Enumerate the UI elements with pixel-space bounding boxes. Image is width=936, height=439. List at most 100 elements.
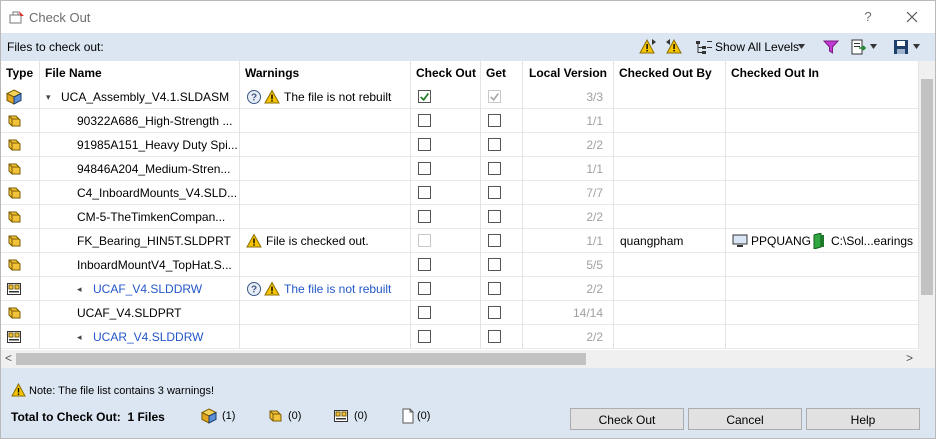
get-checkbox[interactable] bbox=[488, 138, 501, 151]
checked-out-by bbox=[614, 205, 726, 229]
file-name-cell: FK_Bearing_HIN5T.SLDPRT bbox=[40, 229, 240, 253]
help-button[interactable]: Help bbox=[806, 408, 920, 430]
export-icon[interactable] bbox=[850, 38, 868, 56]
column-header-type[interactable]: Type bbox=[1, 61, 40, 85]
get-checkbox[interactable] bbox=[488, 282, 501, 295]
check-out-cell bbox=[411, 85, 481, 109]
table-row[interactable]: C4_InboardMounts_V4.SLD... 7/7 bbox=[1, 181, 919, 205]
get-checkbox[interactable] bbox=[488, 210, 501, 223]
file-name-cell: InboardMountV4_TopHat.S... bbox=[40, 253, 240, 277]
file-name[interactable]: UCAF_V4.SLDDRW bbox=[93, 277, 202, 301]
file-name-cell: UCAF_V4.SLDPRT bbox=[40, 301, 240, 325]
scroll-right-icon[interactable]: > bbox=[906, 351, 913, 365]
local-version: 14/14 bbox=[523, 301, 614, 325]
table-row[interactable]: 94846A204_Medium-Stren... 1/1 bbox=[1, 157, 919, 181]
warning-text: File is checked out. bbox=[266, 234, 369, 248]
type-cell bbox=[1, 253, 40, 277]
type-cell bbox=[1, 157, 40, 181]
file-name: C4_InboardMounts_V4.SLD... bbox=[77, 186, 238, 200]
get-cell bbox=[481, 85, 523, 109]
column-header-file-name[interactable]: File Name bbox=[40, 61, 240, 85]
get-checkbox[interactable] bbox=[488, 186, 501, 199]
horizontal-scroll-thumb[interactable] bbox=[16, 353, 586, 365]
checked-out-in-cell: PPQUANG C:\Sol...earings bbox=[726, 229, 919, 253]
warnings-cell: ? The file is not rebuilt bbox=[240, 277, 411, 301]
check-out-checkbox[interactable] bbox=[418, 162, 431, 175]
drawing-count: (0) bbox=[354, 410, 368, 422]
check-out-cell bbox=[411, 205, 481, 229]
previous-warning-icon[interactable] bbox=[665, 38, 683, 56]
collapse-arrow-icon[interactable]: ◂ bbox=[77, 277, 82, 301]
check-out-checkbox[interactable] bbox=[418, 114, 431, 127]
assembly-count: (1) bbox=[222, 410, 236, 422]
table-row[interactable]: ◂ UCAF_V4.SLDDRW? The file is not rebuilt 2… bbox=[1, 277, 919, 301]
local-version: 5/5 bbox=[523, 253, 614, 277]
warnings-cell: File is checked out. bbox=[240, 229, 411, 253]
get-checkbox[interactable] bbox=[488, 258, 501, 271]
check-out-cell bbox=[411, 301, 481, 325]
chevron-down-icon[interactable] bbox=[798, 44, 805, 49]
get-checkbox[interactable] bbox=[488, 234, 501, 247]
local-version: 2/2 bbox=[523, 205, 614, 229]
expand-arrow-icon[interactable]: ▾ bbox=[46, 85, 51, 109]
warning-text: The file is not rebuilt bbox=[284, 90, 392, 104]
type-cell bbox=[1, 109, 40, 133]
part-icon bbox=[8, 187, 21, 199]
tree-levels-icon[interactable] bbox=[695, 38, 713, 56]
files-to-check-out-label: Files to check out: bbox=[7, 40, 104, 54]
svg-text:?: ? bbox=[251, 285, 257, 296]
get-checkbox[interactable] bbox=[488, 306, 501, 319]
table-row[interactable]: UCAF_V4.SLDPRT 14/14 bbox=[1, 301, 919, 325]
scroll-left-icon[interactable]: < bbox=[5, 351, 12, 365]
check-out-checkbox[interactable] bbox=[418, 258, 431, 271]
vertical-scroll-thumb[interactable] bbox=[921, 79, 933, 295]
check-out-checkbox[interactable] bbox=[418, 210, 431, 223]
part-icon bbox=[8, 235, 21, 247]
checkmark-icon bbox=[490, 93, 499, 102]
help-icon[interactable]: ? bbox=[859, 7, 877, 27]
table-row[interactable]: FK_Bearing_HIN5T.SLDPRT File is checked o… bbox=[1, 229, 919, 253]
collapse-arrow-icon[interactable]: ◂ bbox=[77, 325, 82, 349]
check-out-checkbox[interactable] bbox=[418, 282, 431, 295]
table-row[interactable]: ▾ UCA_Assembly_V4.1.SLDASM? The file is no… bbox=[1, 85, 919, 109]
warning-icon bbox=[264, 89, 280, 104]
chevron-down-icon[interactable] bbox=[870, 44, 877, 49]
checked-out-by bbox=[614, 157, 726, 181]
get-cell bbox=[481, 301, 523, 325]
check-out-checkbox[interactable] bbox=[418, 330, 431, 343]
column-header-get[interactable]: Get bbox=[481, 61, 523, 85]
warnings-note: Note: The file list contains 3 warnings! bbox=[29, 385, 215, 397]
check-out-checkbox[interactable] bbox=[418, 138, 431, 151]
check-out-checkbox[interactable] bbox=[418, 306, 431, 319]
cancel-button[interactable]: Cancel bbox=[688, 408, 802, 430]
table-row[interactable]: CM-5-TheTimkenCompan... 2/2 bbox=[1, 205, 919, 229]
part-icon bbox=[8, 139, 21, 151]
table-row[interactable]: InboardMountV4_TopHat.S... 5/5 bbox=[1, 253, 919, 277]
show-all-levels-dropdown[interactable]: Show All Levels bbox=[715, 40, 799, 54]
file-name: UCAF_V4.SLDPRT bbox=[77, 306, 182, 320]
table-row[interactable]: ◂ UCAR_V4.SLDDRW 2/2 bbox=[1, 325, 919, 349]
close-icon[interactable] bbox=[901, 7, 923, 27]
check-out-button[interactable]: Check Out bbox=[570, 408, 684, 430]
get-checkbox bbox=[488, 90, 501, 103]
file-name-cell: 90322A686_High-Strength ... bbox=[40, 109, 240, 133]
save-icon[interactable] bbox=[892, 38, 910, 56]
checked-out-in-cell bbox=[726, 205, 919, 229]
get-checkbox[interactable] bbox=[488, 114, 501, 127]
table-row[interactable]: 91985A151_Heavy Duty Spi... 2/2 bbox=[1, 133, 919, 157]
column-header-checked-out-by[interactable]: Checked Out By bbox=[614, 61, 726, 85]
column-header-check-out[interactable]: Check Out bbox=[411, 61, 481, 85]
check-out-checkbox[interactable] bbox=[418, 186, 431, 199]
get-checkbox[interactable] bbox=[488, 162, 501, 175]
get-checkbox[interactable] bbox=[488, 330, 501, 343]
column-header-warnings[interactable]: Warnings bbox=[240, 61, 411, 85]
file-name[interactable]: UCAR_V4.SLDDRW bbox=[93, 325, 203, 349]
next-warning-icon[interactable] bbox=[639, 38, 657, 56]
chevron-down-icon[interactable] bbox=[913, 44, 920, 49]
question-icon: ? bbox=[247, 282, 261, 296]
column-header-checked-out-in[interactable]: Checked Out In bbox=[726, 61, 919, 85]
column-header-local-version[interactable]: Local Version bbox=[523, 61, 614, 85]
filter-icon[interactable] bbox=[822, 38, 840, 56]
table-row[interactable]: 90322A686_High-Strength ... 1/1 bbox=[1, 109, 919, 133]
check-out-checkbox[interactable] bbox=[418, 90, 431, 103]
